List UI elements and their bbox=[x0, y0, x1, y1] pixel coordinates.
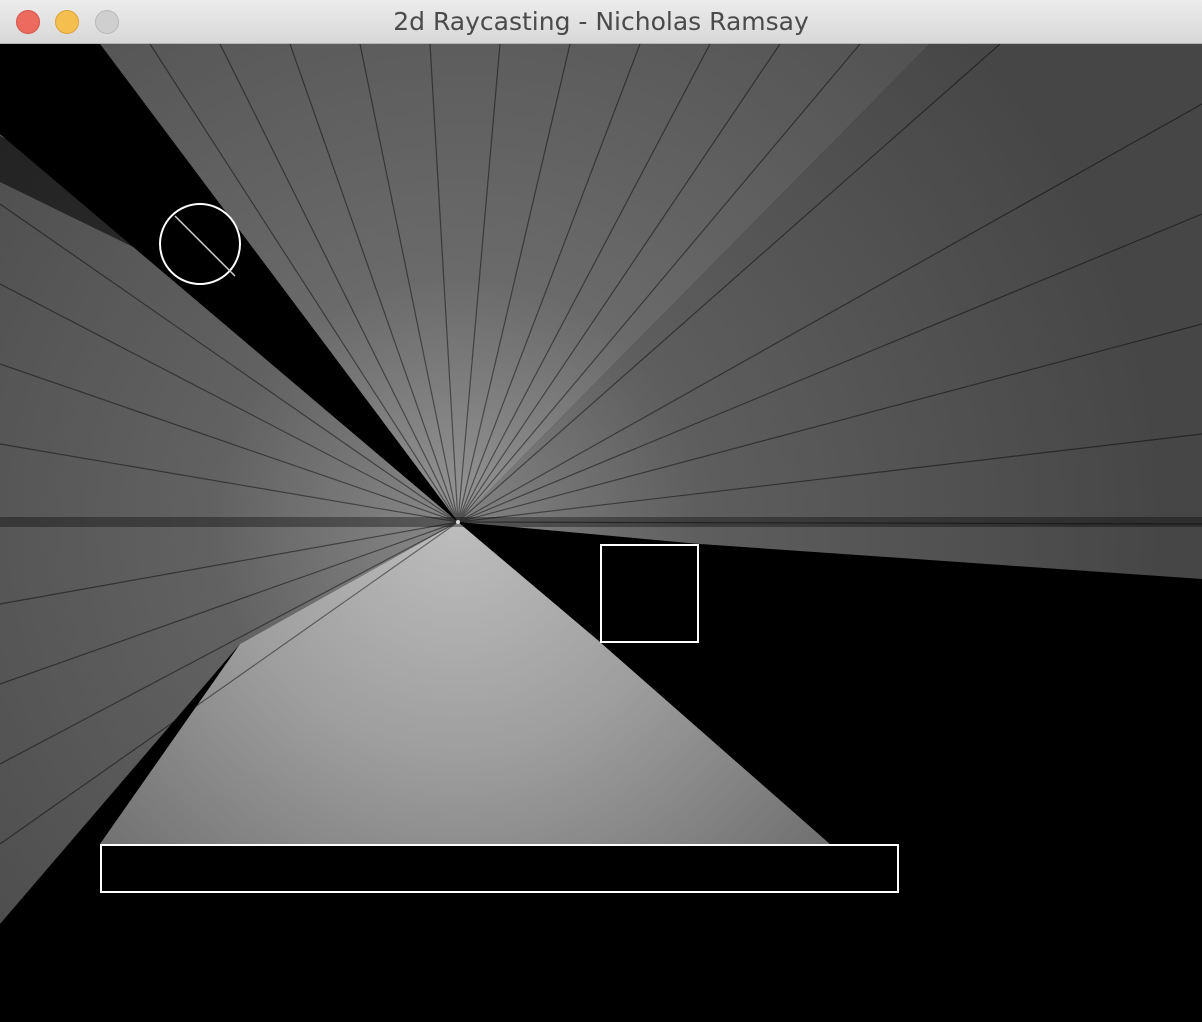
circle-obstacle bbox=[159, 203, 241, 285]
raycasting-canvas[interactable] bbox=[0, 44, 1202, 1022]
window-title: 2d Raycasting - Nicholas Ramsay bbox=[393, 7, 809, 36]
scene-svg bbox=[0, 44, 1202, 1022]
rectangle-obstacle bbox=[100, 844, 899, 893]
ray-origin bbox=[456, 520, 460, 524]
title-bar[interactable]: 2d Raycasting - Nicholas Ramsay bbox=[0, 0, 1202, 44]
app-window: 2d Raycasting - Nicholas Ramsay bbox=[0, 0, 1202, 1022]
square-obstacle bbox=[600, 544, 699, 643]
